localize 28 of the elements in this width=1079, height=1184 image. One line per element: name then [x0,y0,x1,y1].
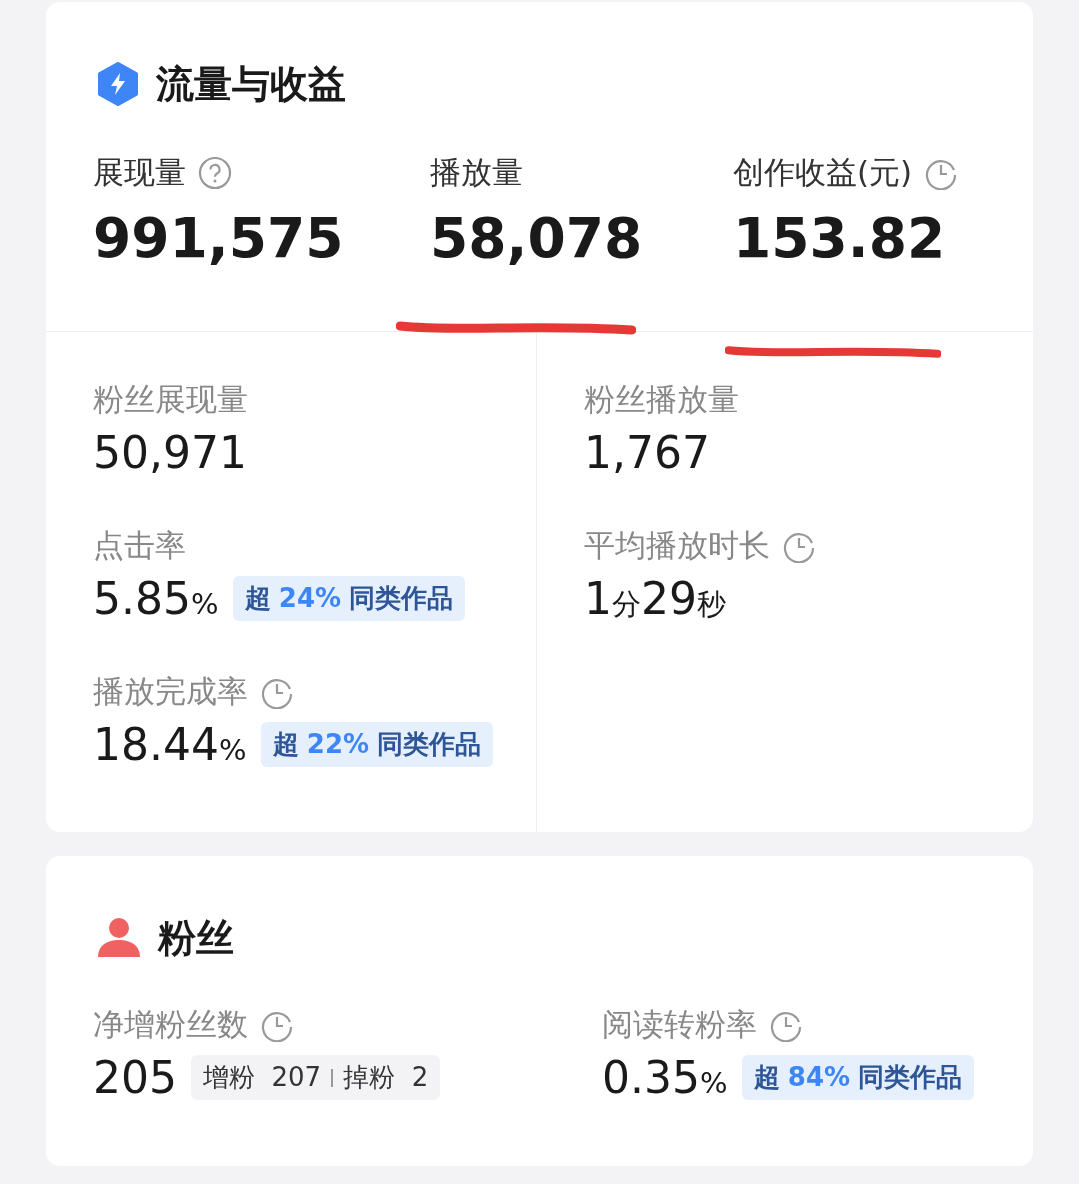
metric-value: 50,971 [93,427,247,478]
rank-tag: 超 84% 同类作品 [741,1055,975,1100]
section-title: 粉丝 [158,914,234,962]
metric-label: 粉丝播放量 [584,380,739,419]
metric-label: 点击率 [93,526,186,565]
fans-breakdown-tag: 增粉 207 掉粉 2 [191,1055,441,1100]
lightning-icon [96,62,140,106]
metric-value: 5.85% [93,573,219,624]
metric-value: 205 [93,1052,177,1103]
metric-label: 展现量 [93,153,186,192]
metric-label: 净增粉丝数 [93,1005,248,1044]
help-icon[interactable] [198,156,232,190]
metric-value: 1,767 [584,427,710,478]
metric-label: 播放量 [430,153,523,192]
rank-tag: 超 22% 同类作品 [260,722,494,767]
rank-tag: 超 24% 同类作品 [232,576,466,621]
section-title: 流量与收益 [156,60,346,108]
metric-label: 粉丝展现量 [93,380,248,419]
metric-value: 58,078 [430,206,644,270]
metric-value: 0.35% [602,1052,728,1103]
metric-value: 153.82 [733,206,947,270]
metric-label: 创作收益(元) [733,153,913,192]
metric-value: 18.44% [93,719,247,770]
metric-label: 播放完成率 [93,672,248,711]
metric-value: 1分29秒 [584,573,726,625]
metric-value: 991,575 [93,206,345,270]
metric-label: 平均播放时长 [584,526,770,565]
metric-label: 阅读转粉率 [602,1005,757,1044]
